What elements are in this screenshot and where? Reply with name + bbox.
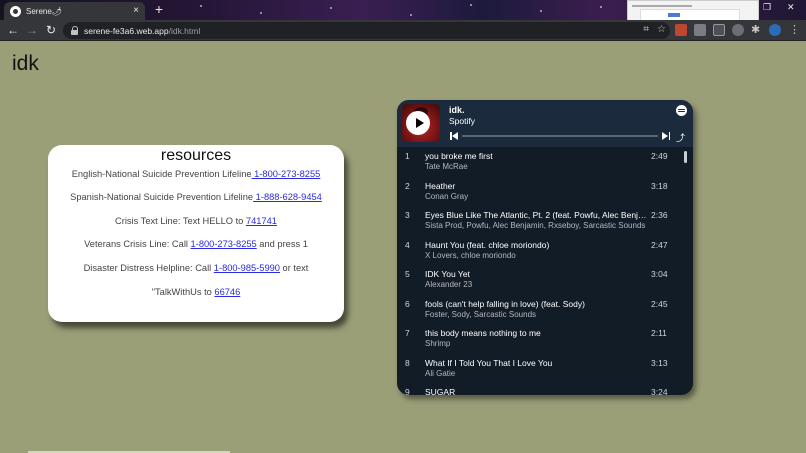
extension-icon[interactable] [732,24,744,36]
track-title: you broke me first [425,151,493,161]
menu-icon[interactable]: ⋮ [789,24,801,36]
playlist-owner[interactable]: Spotify [449,116,475,126]
resource-line: Veterans Crisis Line: Call 1-800-273-825… [84,239,308,249]
track-title: fools (can't help falling in love) (feat… [425,298,585,309]
star-icon[interactable]: ☆ [657,24,666,35]
track-row[interactable]: 3 Eyes Blue Like The Atlantic, Pt. 2 (fe… [397,206,693,236]
tab-close-icon[interactable]: × [133,6,139,16]
track-artist: Foster, Sody, Sarcastic Sounds [425,309,537,319]
spotify-logo-icon[interactable] [676,105,687,116]
track-title: IDK You Yet [425,269,470,279]
track-duration: 2:45 [651,298,668,309]
extension-icon[interactable] [713,24,725,36]
resource-link[interactable]: 1-888-628-9454 [253,192,322,202]
next-track-icon[interactable] [662,132,670,140]
share-icon[interactable]: ⤴ [676,131,685,144]
track-artist: X Lovers, chloe moriondo [425,250,516,260]
resource-line: Disaster Distress Helpline: Call 1-800-9… [83,263,309,273]
track-list[interactable]: 1 you broke me first Tate McRae 2:49 2 H… [397,147,693,395]
track-duration: 2:49 [651,151,668,161]
progress-bar[interactable] [462,135,658,137]
track-duration: 2:36 [651,210,668,220]
track-row[interactable]: 2 Heather Conan Gray 3:18 [397,177,693,207]
resource-link[interactable]: 741741 [246,216,277,226]
resource-link[interactable]: 1-800-985-5990 [214,263,280,273]
playlist-title[interactable]: idk. [449,105,465,115]
track-row[interactable]: 6 fools (can't help falling in love) (fe… [397,295,693,325]
track-artist: Ali Gatie [425,368,456,378]
track-row[interactable]: 9 SUGAR 3:24 [397,383,693,395]
forward-icon[interactable]: → [25,23,39,37]
track-duration: 2:47 [651,239,668,250]
previous-track-icon[interactable] [450,132,458,140]
tab-title: Serene🌶 [26,6,62,16]
puzzle-icon[interactable]: ✱ [751,24,763,36]
restore-window-icon[interactable]: ❐ [763,2,771,13]
qr-icon[interactable]: ⌗ [643,24,649,35]
track-duration: 3:18 [651,180,668,191]
track-title: this body means nothing to me [425,328,541,338]
resources-title: resources [160,147,232,164]
back-icon[interactable]: ← [6,23,20,37]
track-title: Heather [425,180,456,191]
extension-icon[interactable] [675,24,687,36]
play-button[interactable] [406,111,430,135]
spotify-header: idk. Spotify ⤴ [397,100,693,147]
track-row[interactable]: 7 this body means nothing to me Shrimp 2… [397,324,693,354]
track-row[interactable]: 8 What If I Told You That I Love You Ali… [397,354,693,384]
track-duration: 2:11 [651,328,667,338]
profile-icon[interactable] [769,24,781,36]
track-duration: 3:04 [651,269,668,279]
track-duration: 3:24 [651,387,668,395]
extension-icon[interactable] [694,24,706,36]
resource-line: Crisis Text Line: Text HELLO to 741741 [115,216,277,226]
spotify-embed: idk. Spotify ⤴ 1 you broke me first Tate… [397,100,693,395]
track-row[interactable]: 5 IDK You Yet Alexander 23 3:04 [397,265,693,295]
new-tab-button[interactable]: + [152,2,166,17]
track-row[interactable]: 4 Haunt You (feat. chloe moriondo) X Lov… [397,236,693,266]
resource-line: Spanish-National Suicide Prevention Life… [70,192,322,202]
lock-icon[interactable] [71,26,79,35]
popup-window-thumbnail[interactable] [627,0,759,22]
address-bar[interactable]: serene-fe3a6.web.app/idk.html ⌗ ☆ [63,22,670,39]
track-title: Haunt You (feat. chloe moriondo) [425,239,550,250]
tab-favicon-icon [10,5,21,17]
track-artist: Sista Prod, Powfu, Alec Benjamin, Rxsebo… [425,221,646,230]
resource-link[interactable]: 66746 [214,287,240,297]
resources-card: resources English-National Suicide Preve… [48,145,344,322]
reload-icon[interactable]: ↻ [44,23,58,37]
resource-line: "TalkWithUs to 66746 [151,287,241,297]
track-title: What If I Told You That I Love You [425,357,553,368]
track-row[interactable]: 1 you broke me first Tate McRae 2:49 [397,147,693,177]
page-heading: idk [12,52,39,75]
close-window-icon[interactable]: ✕ [787,2,795,13]
track-title: Eyes Blue Like The Atlantic, Pt. 2 (feat… [425,210,647,220]
track-artist: Alexander 23 [425,280,473,289]
tracklist-scrollbar[interactable] [684,151,687,163]
track-title: SUGAR [425,387,456,395]
browser-tab-strip: Serene🌶 × + ❐ ✕ [0,0,806,22]
track-artist: Conan Gray [425,191,469,201]
browser-tab[interactable]: Serene🌶 × [4,2,145,20]
resource-link[interactable]: 1-800-273-8255 [191,239,257,249]
resource-line: English-National Suicide Prevention Life… [71,169,321,179]
address-url[interactable]: serene-fe3a6.web.app/idk.html [84,26,200,36]
track-duration: 3:13 [651,357,668,368]
browser-toolbar: ← → ↻ serene-fe3a6.web.app/idk.html ⌗ ☆ … [0,20,806,41]
track-artist: Shrimp [425,339,451,348]
resource-link[interactable]: 1-800-273-8255 [252,169,320,179]
track-artist: Tate McRae [425,162,468,171]
